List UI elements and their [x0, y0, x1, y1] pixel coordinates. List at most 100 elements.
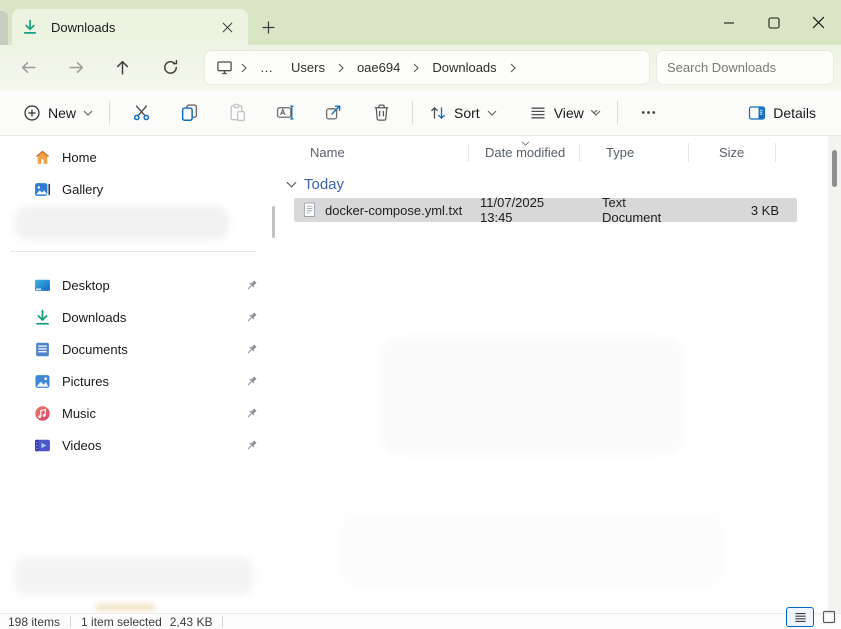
- toolbar-divider: [617, 101, 618, 124]
- cut-button[interactable]: [123, 95, 159, 131]
- sidebar-item-label: Home: [62, 150, 264, 165]
- desktop-icon: [34, 277, 51, 294]
- sidebar-item-label: Videos: [62, 438, 234, 453]
- search-input[interactable]: [667, 60, 841, 75]
- copy-icon: [180, 103, 199, 122]
- chevron-right-icon[interactable]: [410, 63, 422, 73]
- circle-plus-icon: [23, 104, 41, 122]
- column-header-size[interactable]: Size: [689, 138, 775, 166]
- close-window-button[interactable]: [796, 0, 841, 45]
- body: Home Gallery Desktop Downloads Docu: [0, 136, 841, 613]
- file-name: docker-compose.yml.txt: [325, 203, 462, 218]
- chevron-down-icon: [487, 110, 497, 116]
- background-smudge: [342, 516, 722, 586]
- chevron-right-icon[interactable]: [335, 63, 347, 73]
- text-file-icon: [303, 202, 316, 218]
- maximize-button[interactable]: [751, 0, 796, 45]
- file-name-cell: docker-compose.yml.txt: [294, 202, 468, 218]
- new-button[interactable]: New: [14, 95, 102, 131]
- minimize-button[interactable]: [706, 0, 751, 45]
- breadcrumb-segment-downloads[interactable]: Downloads: [424, 57, 504, 78]
- sidebar-item-pictures[interactable]: Pictures: [6, 367, 264, 395]
- toolbar-divider: [412, 101, 413, 124]
- new-tab-button[interactable]: [254, 13, 282, 41]
- view-button[interactable]: View: [520, 95, 610, 131]
- window-controls: [706, 0, 841, 45]
- details-button[interactable]: Details: [739, 95, 825, 131]
- sidebar-item-downloads[interactable]: Downloads: [6, 303, 264, 331]
- view-list-icon: [529, 104, 547, 122]
- sidebar: Home Gallery Desktop Downloads Docu: [0, 136, 282, 613]
- sidebar-item-label: Gallery: [62, 182, 264, 197]
- search-box[interactable]: [657, 51, 833, 84]
- table-row[interactable]: docker-compose.yml.txt 11/07/2025 13:45 …: [294, 198, 797, 222]
- details-panel-icon: [748, 104, 766, 122]
- group-label: Today: [304, 176, 344, 193]
- sidebar-item-label: Downloads: [62, 310, 234, 325]
- item-count: 198 items: [8, 615, 60, 629]
- scrollbar-thumb[interactable]: [832, 150, 837, 187]
- delete-button[interactable]: [363, 95, 399, 131]
- pin-icon: [245, 439, 258, 452]
- this-pc-icon[interactable]: [213, 59, 236, 76]
- share-icon: [324, 103, 343, 122]
- view-button-label: View: [554, 105, 584, 121]
- main-scrollbar[interactable]: [828, 136, 841, 613]
- scissors-icon: [132, 103, 151, 122]
- more-button[interactable]: [631, 95, 667, 131]
- sidebar-item-documents[interactable]: Documents: [6, 335, 264, 363]
- close-window-icon: [812, 16, 825, 29]
- group-header[interactable]: Today: [286, 172, 344, 196]
- sidebar-item-videos[interactable]: Videos: [6, 431, 264, 459]
- chevron-down-icon: [591, 110, 601, 116]
- sidebar-item-music[interactable]: Music: [6, 399, 264, 427]
- details-view-button[interactable]: [786, 607, 814, 627]
- back-button[interactable]: [12, 51, 45, 84]
- downloads-icon: [34, 309, 51, 326]
- column-label: Size: [719, 145, 744, 160]
- forward-icon: [68, 59, 85, 76]
- up-button[interactable]: [106, 51, 139, 84]
- status-divider: [70, 616, 71, 628]
- chevron-down-icon: [83, 110, 93, 116]
- music-icon: [34, 405, 51, 422]
- background-smudge: [382, 336, 682, 456]
- column-header-date-modified[interactable]: Date modified: [469, 138, 579, 166]
- sort-button[interactable]: Sort: [420, 95, 506, 131]
- tab-downloads[interactable]: Downloads: [12, 9, 248, 45]
- forward-button[interactable]: [60, 51, 93, 84]
- sidebar-item-desktop[interactable]: Desktop: [6, 271, 264, 299]
- rename-button[interactable]: [267, 95, 303, 131]
- breadcrumb-segment-users[interactable]: Users: [283, 57, 333, 78]
- column-header-name[interactable]: Name: [288, 138, 468, 166]
- column-headers: Name Date modified Type Size: [288, 138, 776, 166]
- column-separator[interactable]: [775, 143, 776, 162]
- sidebar-item-home[interactable]: Home: [6, 143, 264, 171]
- new-button-label: New: [48, 105, 76, 121]
- breadcrumb-overflow[interactable]: …: [252, 57, 281, 78]
- share-button[interactable]: [315, 95, 351, 131]
- chevron-right-icon[interactable]: [238, 63, 250, 73]
- gallery-icon: [34, 181, 51, 198]
- copy-button[interactable]: [171, 95, 207, 131]
- refresh-button[interactable]: [154, 51, 187, 84]
- breadcrumb: … Users oae694 Downloads: [205, 51, 649, 84]
- column-label: Type: [606, 145, 634, 160]
- selection-size: 2,43 KB: [170, 615, 213, 629]
- up-icon: [114, 59, 131, 76]
- pictures-icon: [34, 373, 51, 390]
- sidebar-item-label: Desktop: [62, 278, 234, 293]
- sidebar-scrollbar[interactable]: [272, 206, 275, 238]
- column-header-type[interactable]: Type: [580, 138, 688, 166]
- breadcrumb-segment-user[interactable]: oae694: [349, 57, 408, 78]
- icons-view-button[interactable]: [818, 607, 840, 627]
- tab-title: Downloads: [51, 20, 216, 35]
- file-type: Text Document: [578, 195, 686, 225]
- videos-icon: [34, 437, 51, 454]
- sidebar-item-gallery[interactable]: Gallery: [6, 175, 264, 203]
- home-icon: [34, 149, 51, 166]
- tab-close-button[interactable]: [216, 16, 238, 38]
- chevron-right-icon[interactable]: [507, 63, 519, 73]
- sidebar-item-label: Documents: [62, 342, 234, 357]
- paste-button[interactable]: [219, 95, 255, 131]
